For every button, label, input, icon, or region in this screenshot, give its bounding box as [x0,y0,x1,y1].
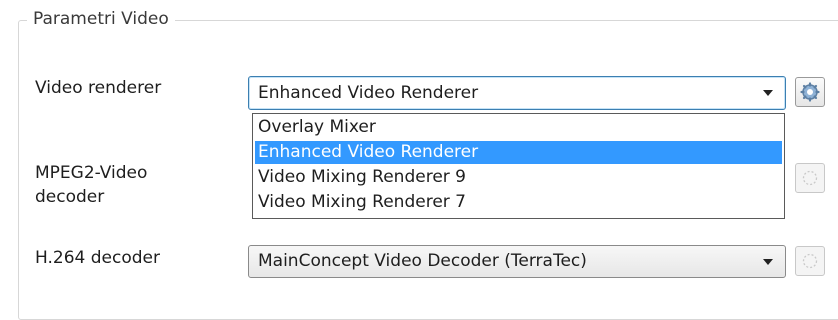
gear-icon [802,170,818,186]
gear-icon [800,82,820,102]
mpeg2-decoder-label-line2: decoder [35,187,105,207]
video-renderer-label: Video renderer [35,78,162,98]
dropdown-option-selected[interactable]: Enhanced Video Renderer [255,141,782,164]
dropdown-option[interactable]: Video Mixing Renderer 9 [255,166,782,189]
video-renderer-value: Enhanced Video Renderer [258,83,479,103]
mpeg2-decoder-label-line1: MPEG2-Video [35,163,148,183]
chevron-down-icon[interactable] [763,90,773,96]
video-renderer-combobox[interactable]: Enhanced Video Renderer [248,76,786,110]
video-renderer-dropdown-list: Overlay Mixer Enhanced Video Renderer Vi… [252,113,785,219]
h264-decoder-value: MainConcept Video Decoder (TerraTec) [258,251,587,271]
h264-decoder-combobox[interactable]: MainConcept Video Decoder (TerraTec) [248,245,786,278]
group-legend: Parametri Video [27,8,175,30]
dropdown-option[interactable]: Video Mixing Renderer 7 [255,191,782,214]
gear-icon [802,253,818,269]
h264-decoder-label: H.264 decoder [35,248,160,268]
chevron-down-icon[interactable] [763,259,773,265]
dropdown-option[interactable]: Overlay Mixer [255,116,782,139]
h264-decoder-settings-button[interactable] [795,246,825,276]
mpeg2-decoder-settings-button[interactable] [795,163,825,193]
video-renderer-settings-button[interactable] [795,77,825,107]
